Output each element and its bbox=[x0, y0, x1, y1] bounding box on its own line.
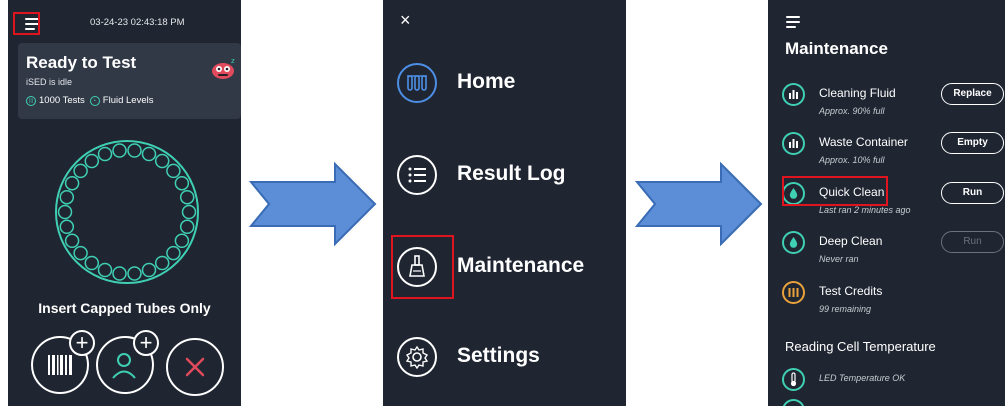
robot-mascot-icon: z bbox=[212, 57, 235, 79]
temperature-status: LED Temperature OK bbox=[819, 373, 906, 383]
nav-label-settings: Settings bbox=[457, 344, 540, 367]
droplet-icon bbox=[782, 231, 805, 254]
maintenance-screen: Maintenance Cleaning Fluid Approx. 90% f… bbox=[768, 0, 1005, 406]
gear-icon bbox=[397, 337, 437, 377]
list-item-waste-container: Waste Container Approx. 10% full Empty bbox=[782, 132, 1004, 176]
tube-slot bbox=[166, 163, 181, 179]
tubes-icon bbox=[782, 281, 805, 304]
tube-slot bbox=[84, 153, 100, 169]
run-deep-clean-button[interactable]: Run bbox=[941, 231, 1004, 253]
tube-slot bbox=[73, 245, 88, 261]
tubes-icon bbox=[397, 63, 437, 103]
nav-label-result-log: Result Log bbox=[457, 162, 566, 185]
nav-item-home[interactable]: Home bbox=[397, 63, 617, 111]
tube-slot bbox=[154, 255, 170, 271]
item-name: Test Credits bbox=[819, 284, 883, 298]
fluid-icon: • bbox=[89, 95, 100, 106]
menu-highlight-box bbox=[13, 12, 40, 35]
empty-button[interactable]: Empty bbox=[941, 132, 1004, 154]
quick-clean-highlight-box bbox=[782, 176, 888, 206]
tube-slot bbox=[141, 262, 157, 278]
list-icon bbox=[397, 155, 437, 195]
replace-button[interactable]: Replace bbox=[941, 83, 1004, 105]
tube-slot bbox=[179, 189, 195, 205]
item-status: 99 remaining bbox=[819, 304, 872, 314]
tube-slot bbox=[127, 266, 142, 281]
menu-icon[interactable] bbox=[778, 10, 806, 38]
item-name: Deep Clean bbox=[819, 234, 883, 248]
fluid-levels-link[interactable]: Fluid Levels bbox=[103, 95, 154, 106]
tube-slot bbox=[112, 143, 127, 158]
nav-label-home: Home bbox=[457, 70, 516, 93]
list-item-deep-clean: Deep Clean Never ran Run bbox=[782, 231, 1004, 275]
tube-carousel[interactable] bbox=[52, 137, 202, 287]
timestamp: 03-24-23 02:43:18 PM bbox=[90, 17, 185, 28]
list-item-led-temperature: LED Temperature OK bbox=[782, 368, 1004, 406]
list-item-cleaning-fluid: Cleaning Fluid Approx. 90% full Replace bbox=[782, 83, 1004, 127]
item-status: Approx. 90% full bbox=[819, 106, 885, 116]
tube-slot bbox=[181, 204, 197, 220]
item-name: Cleaning Fluid bbox=[819, 86, 896, 100]
tube-slot bbox=[64, 233, 80, 249]
item-status: Never ran bbox=[819, 254, 859, 264]
tube-slot bbox=[112, 266, 127, 281]
tube-slot bbox=[179, 219, 195, 235]
run-quick-clean-button[interactable]: Run bbox=[941, 182, 1004, 204]
fluid-level-icon bbox=[782, 132, 805, 155]
tube-slot bbox=[57, 204, 73, 220]
menu-screen: × Home Result Log Maintenance Settings bbox=[383, 0, 626, 406]
maintenance-highlight-box bbox=[391, 235, 454, 299]
status-subtitle: iSED is idle bbox=[26, 77, 73, 87]
tube-slot bbox=[174, 233, 190, 249]
insert-instruction: Insert Capped Tubes Only bbox=[38, 300, 211, 316]
tests-count: 1000 Tests bbox=[39, 95, 85, 106]
tube-slot bbox=[97, 146, 113, 162]
close-icon bbox=[185, 357, 205, 377]
section-title: Reading Cell Temperature bbox=[785, 339, 936, 354]
tube-slot bbox=[64, 175, 80, 191]
nav-item-result-log[interactable]: Result Log bbox=[397, 155, 617, 203]
svg-text:z: z bbox=[231, 57, 235, 65]
fluid-level-icon bbox=[782, 83, 805, 106]
add-icon: + bbox=[133, 330, 159, 356]
tube-slot bbox=[127, 143, 142, 158]
tube-slot bbox=[97, 262, 113, 278]
tests-icon: ||| bbox=[26, 95, 36, 106]
tube-slot bbox=[141, 146, 157, 162]
list-item-test-credits: Test Credits 99 remaining bbox=[782, 281, 1004, 325]
item-name: Waste Container bbox=[819, 135, 908, 149]
tube-slot bbox=[166, 245, 181, 261]
tube-slot bbox=[73, 163, 88, 179]
item-status: Approx. 10% full bbox=[819, 155, 885, 165]
nav-item-settings[interactable]: Settings bbox=[397, 337, 617, 385]
status-card: Ready to Test iSED is idle ||| 1000 Test… bbox=[18, 43, 241, 119]
cancel-button[interactable] bbox=[166, 338, 224, 396]
tube-slot bbox=[59, 189, 75, 205]
flow-arrow-icon bbox=[635, 162, 763, 246]
item-status: Last ran 2 minutes ago bbox=[819, 205, 911, 215]
nav-label-maintenance: Maintenance bbox=[457, 254, 585, 277]
tube-slot bbox=[84, 255, 100, 271]
status-title: Ready to Test bbox=[26, 53, 137, 72]
flow-arrow-icon bbox=[249, 162, 377, 246]
tube-slot bbox=[59, 219, 75, 235]
thermometer-icon bbox=[782, 368, 805, 391]
add-icon: + bbox=[69, 330, 95, 356]
close-icon[interactable]: × bbox=[400, 10, 411, 31]
home-screen: 03-24-23 02:43:18 PM Ready to Test iSED … bbox=[8, 0, 241, 406]
tube-slot bbox=[174, 175, 190, 191]
tube-slot bbox=[154, 153, 170, 169]
page-title: Maintenance bbox=[785, 39, 888, 58]
